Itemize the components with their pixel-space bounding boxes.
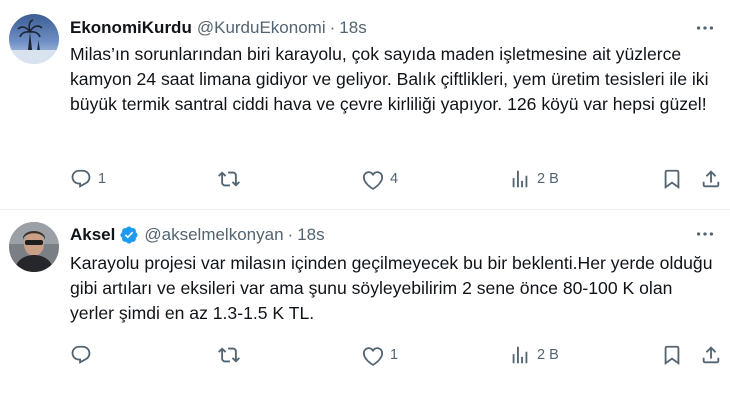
reply-count: 1	[98, 171, 107, 187]
bookmark-button[interactable]	[661, 342, 683, 368]
retweet-button[interactable]	[218, 166, 246, 192]
separator-dot: ·	[329, 18, 336, 37]
display-name[interactable]: Aksel	[70, 225, 115, 245]
more-icon[interactable]	[692, 18, 718, 38]
views-icon	[512, 170, 528, 188]
timestamp[interactable]: 18s	[339, 18, 366, 38]
display-name[interactable]: EkonomiKurdu	[70, 18, 192, 38]
user-handle[interactable]: @akselmelkonyan	[144, 225, 283, 245]
retweet-icon	[218, 347, 240, 363]
like-button[interactable]: 1	[362, 342, 398, 368]
share-button[interactable]	[700, 166, 722, 192]
avatar[interactable]	[9, 14, 59, 64]
avatar[interactable]	[9, 222, 59, 272]
retweet-icon	[218, 171, 240, 187]
verified-badge-icon	[119, 225, 139, 245]
views-button[interactable]: 2 B	[509, 342, 559, 368]
like-count: 1	[390, 347, 399, 363]
bookmark-icon	[664, 345, 680, 366]
separator-dot: ·	[287, 225, 294, 244]
reply-icon	[71, 169, 91, 188]
tweet-text: Karayolu projesi var milasın içinden geç…	[70, 253, 713, 323]
reply-button[interactable]	[70, 342, 98, 368]
retweet-button[interactable]	[218, 342, 246, 368]
share-button[interactable]	[700, 342, 722, 368]
bookmark-button[interactable]	[661, 166, 683, 192]
reply-button[interactable]: 1	[70, 166, 106, 192]
views-count: 2 B	[537, 171, 559, 187]
like-count: 4	[390, 171, 399, 187]
tweet[interactable]: EkonomiKurdu @KurduEkonomi · 18s Milas’ı…	[0, 0, 730, 210]
tweet-actions: 1 4 2 B	[66, 166, 720, 192]
heart-icon	[362, 171, 384, 190]
share-icon	[702, 170, 720, 188]
heart-icon	[362, 347, 384, 366]
user-handle[interactable]: @KurduEkonomi	[197, 18, 326, 38]
views-button[interactable]: 2 B	[509, 166, 559, 192]
tweet-actions: 1 2 B	[66, 342, 720, 368]
like-button[interactable]: 4	[362, 166, 398, 192]
views-count: 2 B	[537, 347, 559, 363]
tweet-header: EkonomiKurdu @KurduEkonomi · 18s	[70, 16, 367, 40]
timestamp[interactable]: 18s	[297, 225, 324, 245]
tweet-header: Aksel @akselmelkonyan · 18s	[70, 223, 325, 247]
tweet[interactable]: Aksel @akselmelkonyan · 18s Karayolu pro…	[0, 210, 730, 420]
reply-icon	[71, 345, 91, 364]
more-icon[interactable]	[692, 224, 718, 244]
share-icon	[702, 346, 720, 364]
views-icon	[512, 346, 528, 364]
tweet-text: Milas’ın sorunlarından biri karayolu, ço…	[70, 44, 709, 114]
bookmark-icon	[664, 169, 680, 190]
